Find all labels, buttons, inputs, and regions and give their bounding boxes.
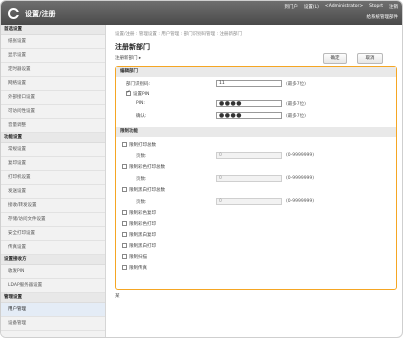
top-links: 到门户 设置(L) <Administrator> Stoprt 注销 (284, 4, 398, 10)
sidebar-item[interactable]: 传真设置 (1, 241, 105, 255)
confirm-pin-input[interactable]: ●●●● (216, 112, 282, 119)
limit-print-total-row: 限制打印总数 (122, 142, 156, 148)
sidebar-item[interactable]: 音量调整 (1, 119, 105, 133)
sidebar-item[interactable]: 定时器设置 (1, 63, 105, 77)
sidebar-item[interactable]: 接收/转发设置 (1, 199, 105, 213)
app-window: 设置/注册 到门户 设置(L) <Administrator> Stoprt 注… (0, 0, 403, 338)
section-edit-department: 编辑部门 (116, 67, 396, 77)
limit-print-total-pages-label: 页数: (136, 154, 147, 159)
sidebar-item[interactable]: 发送设置 (1, 185, 105, 199)
settings-link[interactable]: 设置(L) (304, 4, 319, 10)
portal-link[interactable]: 到门户 (284, 4, 298, 10)
limit-print-total-checkbox[interactable] (122, 142, 127, 147)
form-panel: 编辑部门 部门识别码: 11 (最多7位) 设置PIN PIN: ●●●● (最… (115, 66, 397, 290)
set-pin-checkbox[interactable] (126, 89, 131, 96)
sidebar-item[interactable]: 收发PIN (1, 265, 105, 279)
limit-bw-copy-label: 限制黑白复印 (129, 233, 156, 238)
sidebar-item[interactable]: LDAP服务器设置 (1, 279, 105, 293)
limit-bw-print-simple-checkbox[interactable] (122, 243, 127, 248)
sidebar-section-header: 首选设置 (1, 25, 105, 35)
limit-fax-row: 限制传真 (122, 265, 147, 271)
limit-color-copy-label: 限制彩色复印 (129, 211, 156, 216)
sidebar-item[interactable]: 打印机设置 (1, 171, 105, 185)
limit-color-copy-checkbox[interactable] (122, 210, 127, 215)
section-restrict-functions: 限制功能 (116, 127, 396, 137)
sidebar-item[interactable]: 网络设置 (1, 77, 105, 91)
breadcrumb: 设置/注册 : 管理设置 : 用户管理 : 部门识别码管理 : 注册新部门 (115, 32, 243, 37)
limit-fax-checkbox[interactable] (122, 265, 127, 270)
stoprt-link[interactable]: Stoprt (369, 4, 383, 10)
limit-scan-label: 限制扫描 (129, 255, 147, 260)
cancel-button[interactable]: 取消 (357, 53, 383, 64)
ok-button[interactable]: 确定 (323, 53, 347, 64)
sidebar-item[interactable]: 设备管理 (1, 317, 105, 331)
set-pin-row: 设置PIN (126, 89, 150, 97)
limit-color-copy-row: 限制彩色复印 (122, 210, 156, 216)
limit-scan-row: 限制扫描 (122, 254, 147, 260)
limit-bw-print-input[interactable]: 0 (216, 198, 282, 205)
limit-bw-print-checkbox[interactable] (122, 187, 127, 192)
sidebar-section-header: 管理设置 (1, 293, 105, 303)
limit-color-print-input[interactable]: 0 (216, 175, 282, 182)
dept-id-input[interactable]: 11 (216, 80, 282, 87)
settings-logo-icon (8, 8, 20, 19)
limit-bw-print-pages-label: 页数: (136, 200, 147, 205)
limit-color-print-label: 限制彩色打印总数 (129, 165, 165, 170)
dept-id-hint: (最多7位) (286, 82, 306, 87)
sidebar-section-header: 设置接收方 (1, 255, 105, 265)
admin-link[interactable]: 给系统管理部件 (367, 14, 399, 20)
confirm-label: 确认: (136, 114, 147, 119)
page-title: 注册新部门 (115, 43, 150, 51)
app-header: 设置/注册 到门户 设置(L) <Administrator> Stoprt 注… (1, 1, 402, 25)
pin-input[interactable]: ●●●● (216, 100, 282, 107)
limit-bw-print-row: 限制黑白打印总数 (122, 187, 165, 193)
app-title: 设置/注册 (25, 10, 56, 18)
dept-id-label: 部门识别码: (126, 82, 151, 87)
footnote: 某 (115, 294, 120, 299)
page-subtitle: 注册新部门 ▸ (115, 56, 142, 61)
sidebar-item[interactable]: 显示设置 (1, 49, 105, 63)
limit-color-print-simple-checkbox[interactable] (122, 221, 127, 226)
pin-hint: (最多7位) (286, 102, 306, 107)
limit-bw-print-label: 限制黑白打印总数 (129, 188, 165, 193)
limit-color-print-row: 限制彩色打印总数 (122, 164, 165, 170)
confirm-hint: (最多7位) (286, 114, 306, 119)
limit-bw-print-simple-row: 限制黑白打印 (122, 243, 156, 249)
pin-label: PIN: (136, 101, 145, 106)
sidebar-item[interactable]: 存储/访问文件设置 (1, 213, 105, 227)
limit-print-total-input[interactable]: 0 (216, 152, 282, 159)
sidebar-item[interactable]: 复印设置 (1, 157, 105, 171)
limit-bw-copy-row: 限制黑白复印 (122, 232, 156, 238)
sidebar-item[interactable]: 可访问性设置 (1, 105, 105, 119)
limit-bw-copy-checkbox[interactable] (122, 232, 127, 237)
sidebar-item[interactable]: 用户管理 (1, 303, 105, 317)
limit-color-print-checkbox[interactable] (122, 164, 127, 169)
sidebar-item[interactable]: 纸张设置 (1, 35, 105, 49)
sidebar-item[interactable]: 安全打印设置 (1, 227, 105, 241)
sidebar-section-header: 功能设置 (1, 133, 105, 143)
limit-print-total-label: 限制打印总数 (129, 143, 156, 148)
sidebar-item[interactable]: 外部接口设置 (1, 91, 105, 105)
logout-link[interactable]: 注销 (389, 4, 398, 10)
limit-fax-label: 限制传真 (129, 266, 147, 271)
limit-bw-print-range: (0-9999999) (286, 199, 315, 204)
limit-color-print-range: (0-9999999) (286, 176, 315, 181)
main-content: 设置/注册 : 管理设置 : 用户管理 : 部门识别码管理 : 注册新部门 注册… (109, 25, 402, 337)
limit-bw-print-simple-label: 限制黑白打印 (129, 244, 156, 249)
sidebar-item[interactable]: 常规设置 (1, 143, 105, 157)
limit-color-print-simple-row: 限制彩色打印 (122, 221, 156, 227)
sidebar: 首选设置 纸张设置 显示设置 定时器设置 网络设置 外部接口设置 可访问性设置 音量调整 功能设… (1, 25, 106, 337)
user-link[interactable]: <Administrator> (325, 4, 363, 10)
limit-scan-checkbox[interactable] (122, 254, 127, 259)
limit-print-total-range: (0-9999999) (286, 153, 315, 158)
set-pin-label: 设置PIN (133, 92, 150, 97)
limit-color-print-simple-label: 限制彩色打印 (129, 222, 156, 227)
limit-color-print-pages-label: 页数: (136, 177, 147, 182)
